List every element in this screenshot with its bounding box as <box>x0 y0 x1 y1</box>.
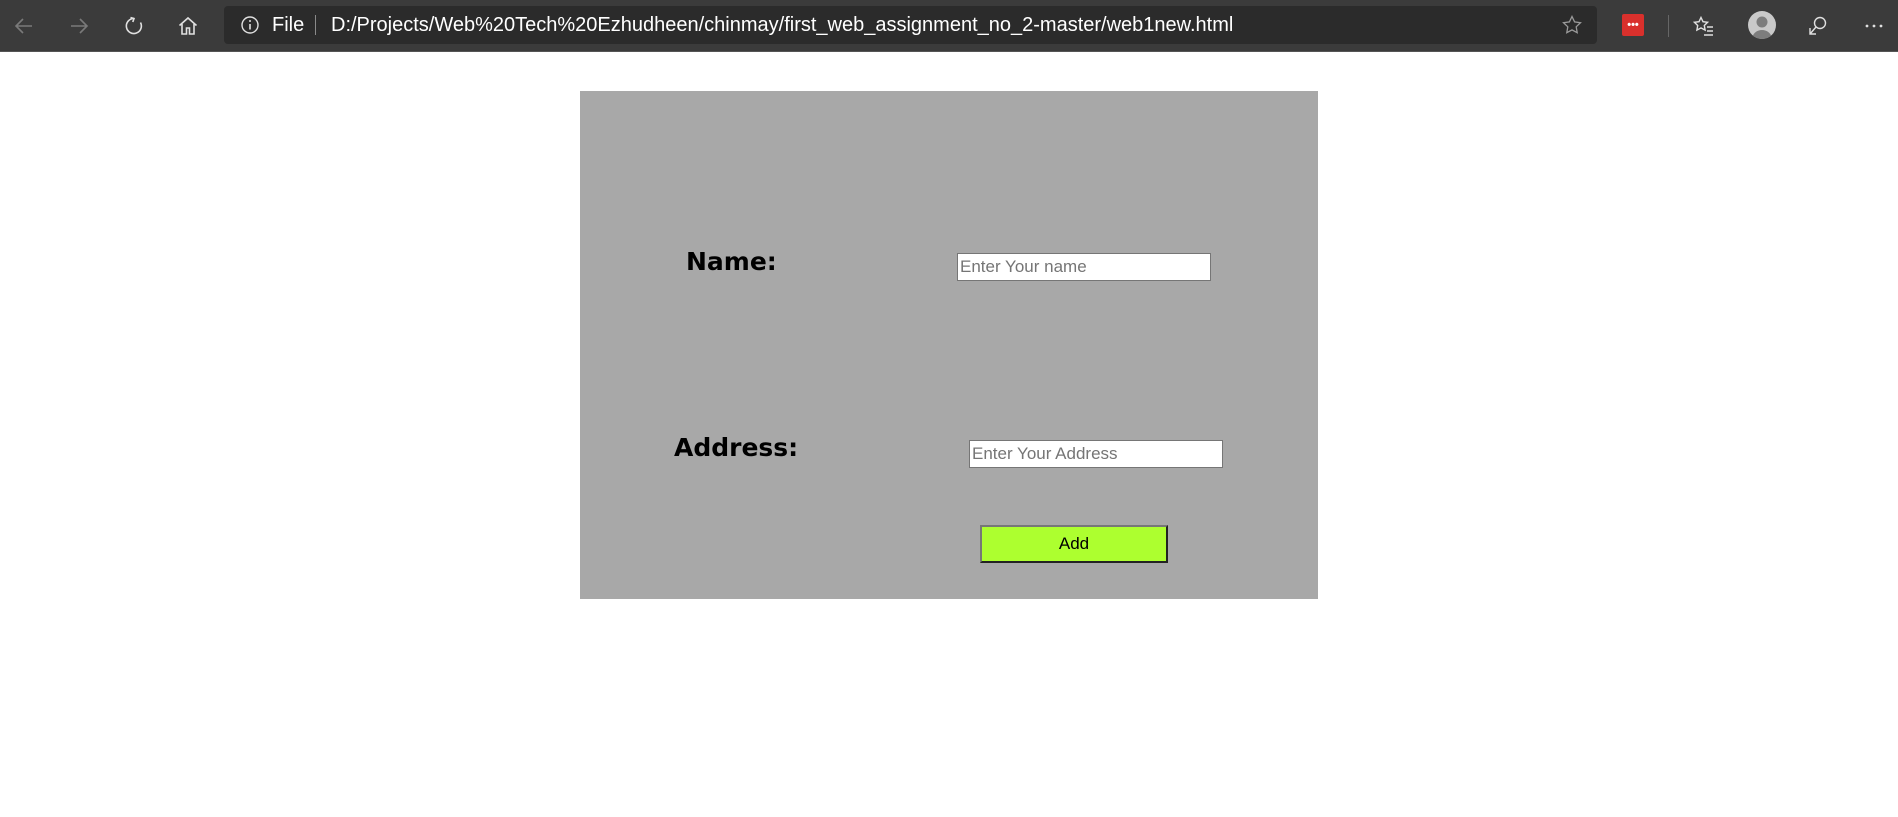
address-separator <box>315 15 316 35</box>
home-button[interactable] <box>170 8 206 44</box>
more-icon <box>1865 24 1883 28</box>
refresh-icon <box>125 16 143 35</box>
address-input[interactable] <box>969 440 1223 468</box>
name-label: Name: <box>686 247 777 276</box>
address-label: Address: <box>674 433 799 462</box>
favorites-button[interactable] <box>1686 8 1722 44</box>
person-icon <box>1751 16 1773 39</box>
name-input[interactable] <box>957 253 1211 281</box>
refresh-button[interactable] <box>116 8 152 44</box>
feedback-button[interactable] <box>1800 8 1836 44</box>
add-button[interactable]: Add <box>980 525 1168 563</box>
favorites-icon <box>1692 15 1713 36</box>
extension-badge: ••• <box>1627 18 1639 31</box>
home-icon <box>178 16 198 35</box>
address-bar[interactable]: File D:/Projects/Web%20Tech%20Ezhudheen/… <box>224 6 1597 44</box>
profile-avatar[interactable] <box>1748 11 1776 39</box>
more-button[interactable] <box>1856 8 1892 44</box>
info-icon[interactable] <box>240 15 260 35</box>
toolbar-divider <box>1668 15 1669 37</box>
back-button[interactable] <box>6 8 42 44</box>
extension-icon[interactable]: ••• <box>1622 14 1644 36</box>
back-icon <box>14 18 32 34</box>
browser-toolbar: File D:/Projects/Web%20Tech%20Ezhudheen/… <box>0 0 1898 52</box>
feedback-icon <box>1809 16 1827 35</box>
file-label: File <box>272 14 305 36</box>
url-text[interactable]: D:/Projects/Web%20Tech%20Ezhudheen/chinm… <box>331 14 1233 36</box>
form-panel: Name: Address: Add <box>580 91 1318 599</box>
forward-button[interactable] <box>61 8 97 44</box>
favorite-star-icon[interactable] <box>1561 14 1583 36</box>
forward-icon <box>71 18 89 34</box>
